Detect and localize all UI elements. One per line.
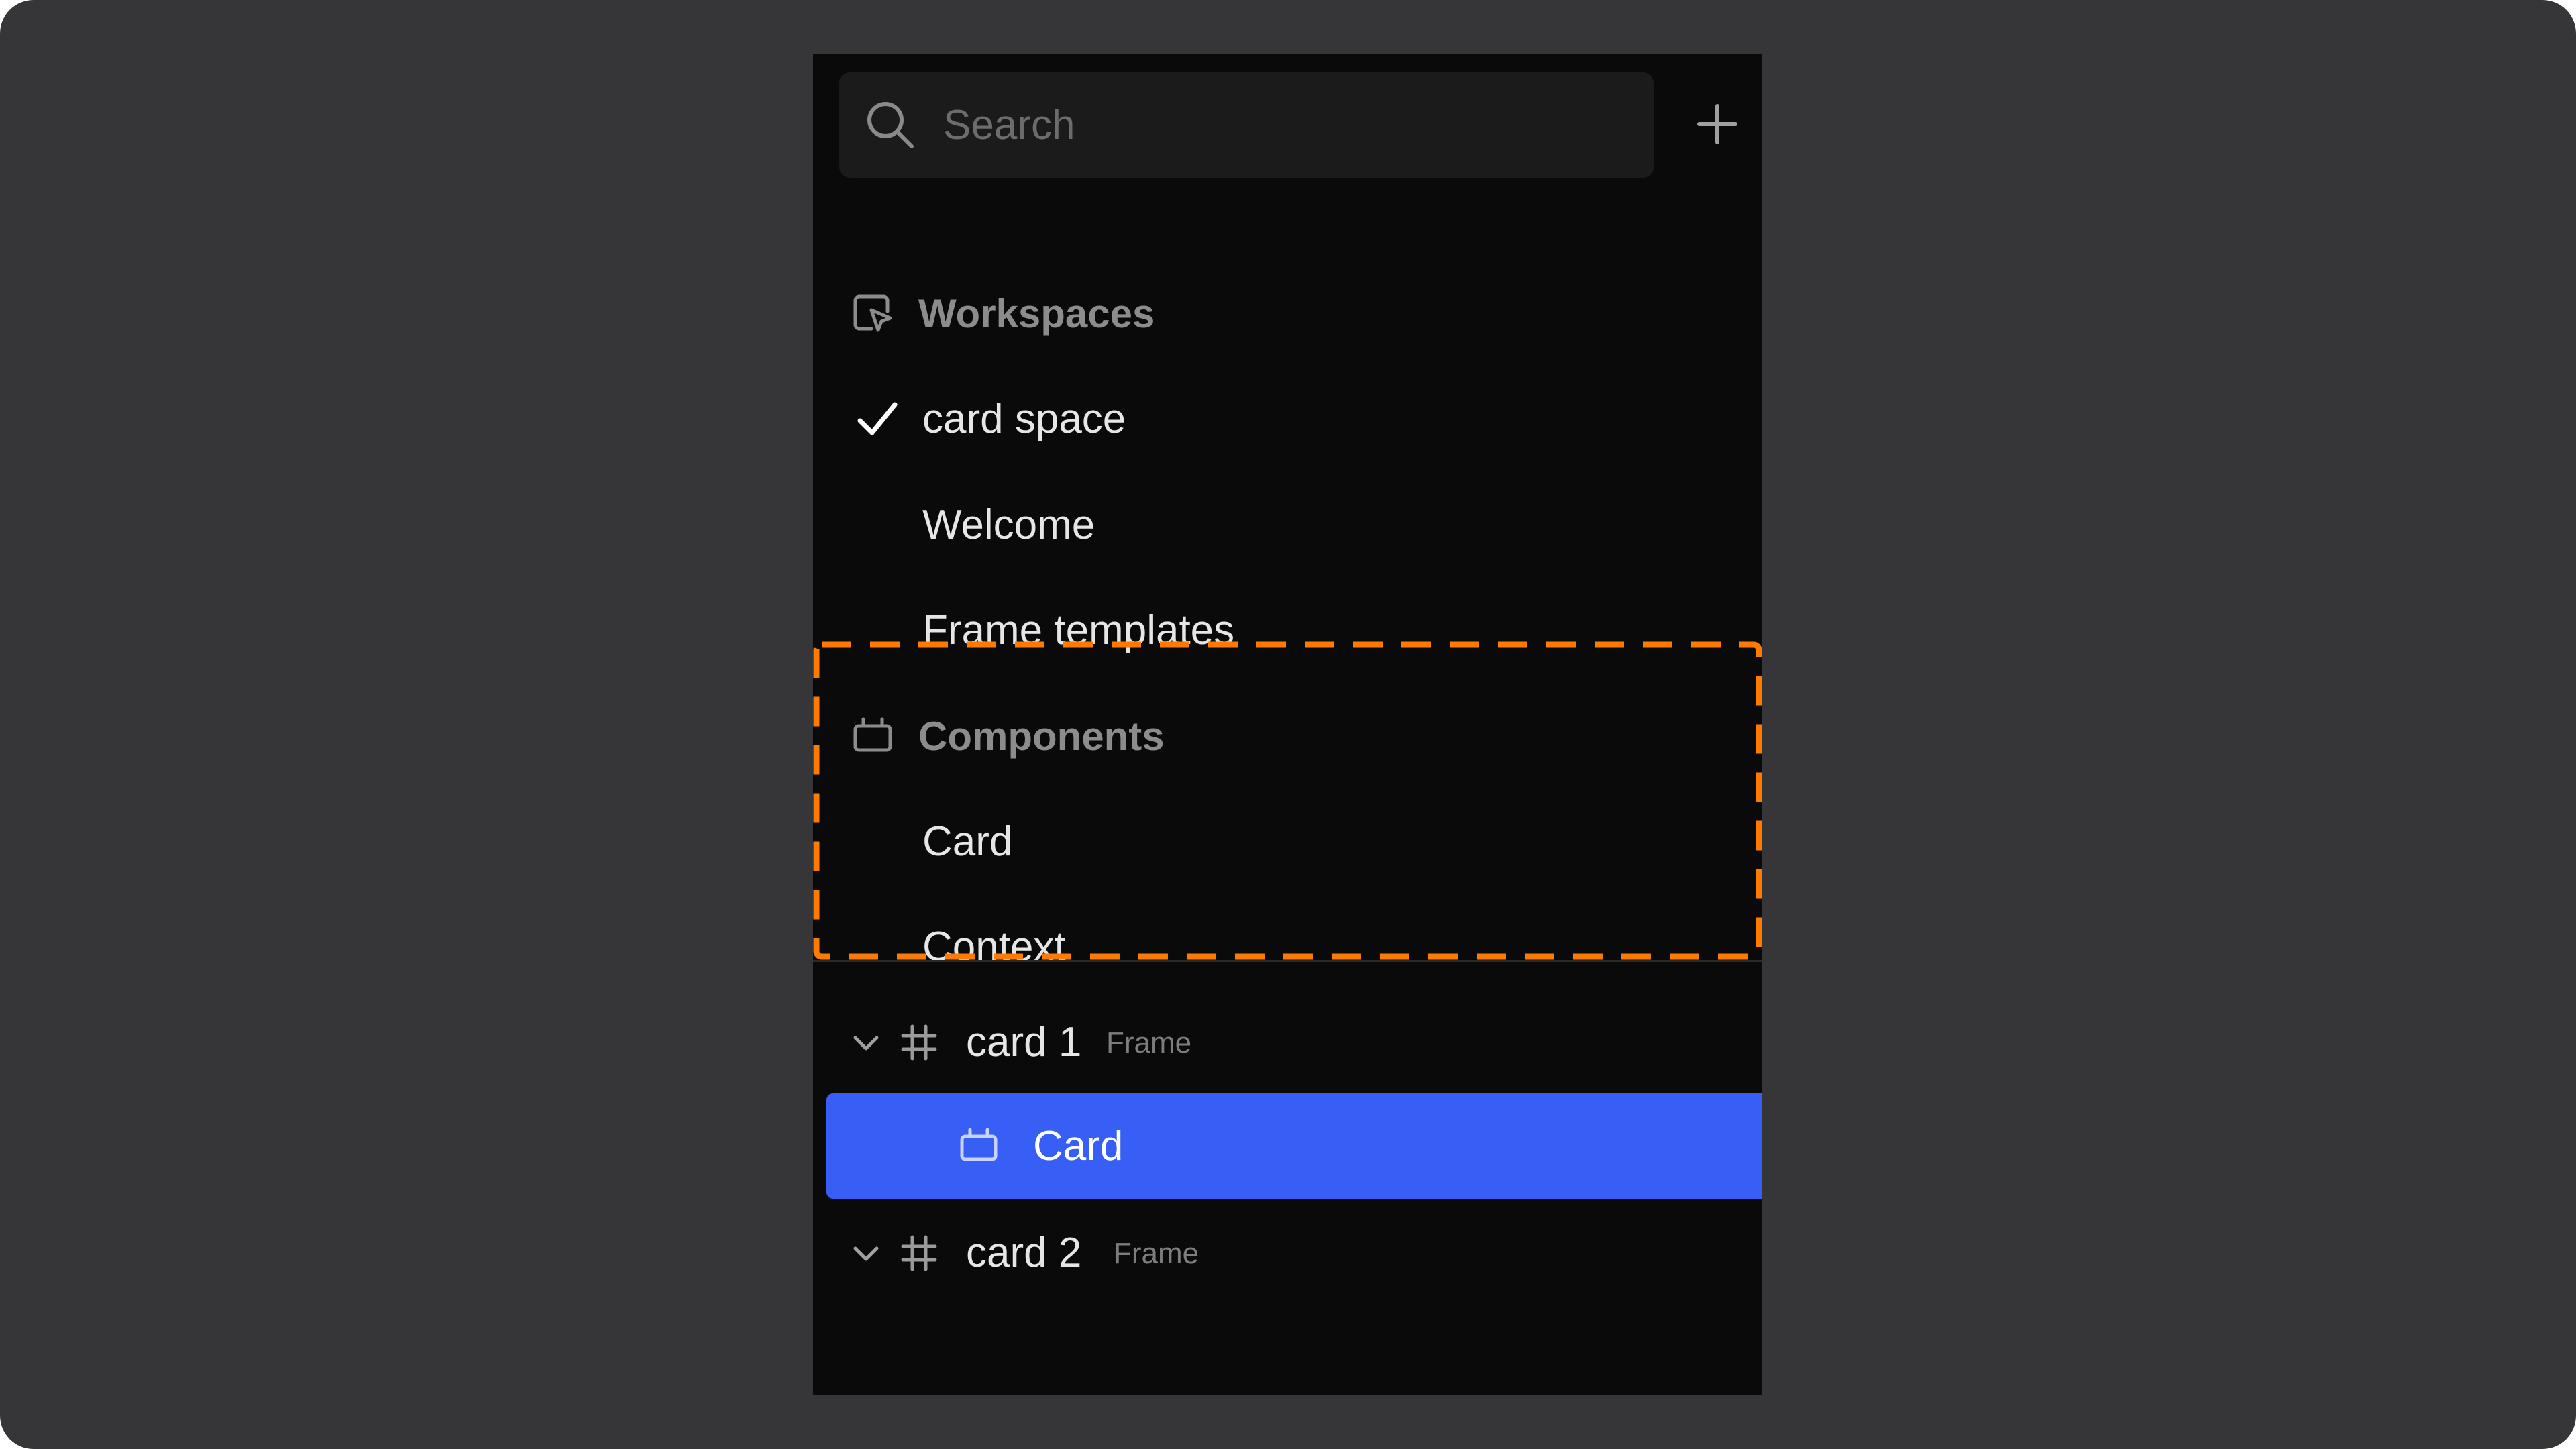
workspace-cursor-icon <box>853 294 892 332</box>
workspace-item-welcome[interactable]: Welcome <box>813 478 1762 572</box>
workspaces-header-label: Workspaces <box>918 291 1155 336</box>
chevron-down-icon[interactable] <box>850 1027 882 1059</box>
layer-name: card 2 <box>966 1230 1082 1276</box>
workspace-item-label: card space <box>922 396 1126 442</box>
layer-row-card-2[interactable]: card 2 Frame <box>813 1201 1762 1305</box>
layer-type: Frame <box>1106 1026 1192 1059</box>
layer-name: Card <box>1033 1123 1124 1169</box>
plus-icon[interactable] <box>1687 94 1748 154</box>
components-highlight-outline <box>813 641 1762 960</box>
hash-icon <box>901 1235 937 1271</box>
search-icon <box>867 102 914 148</box>
chevron-down-icon[interactable] <box>850 1238 882 1270</box>
hash-icon <box>901 1024 937 1061</box>
search-input[interactable]: Search <box>839 72 1654 178</box>
app-window: Search Workspaces card space Welcome Fra… <box>0 0 2576 1449</box>
layers-panel: Search Workspaces card space Welcome Fra… <box>813 54 1762 1395</box>
section-divider <box>813 960 1762 962</box>
workspace-item-card-space[interactable]: card space <box>813 372 1762 466</box>
check-icon <box>857 402 898 435</box>
layer-row-card-1[interactable]: card 1 Frame <box>813 990 1762 1094</box>
layer-type: Frame <box>1114 1237 1199 1270</box>
search-placeholder: Search <box>943 102 1075 148</box>
layer-row-card-selected[interactable]: Card <box>826 1093 1762 1199</box>
workspace-item-label: Welcome <box>922 502 1095 548</box>
component-icon <box>960 1128 998 1161</box>
layer-name: card 1 <box>966 1019 1082 1065</box>
